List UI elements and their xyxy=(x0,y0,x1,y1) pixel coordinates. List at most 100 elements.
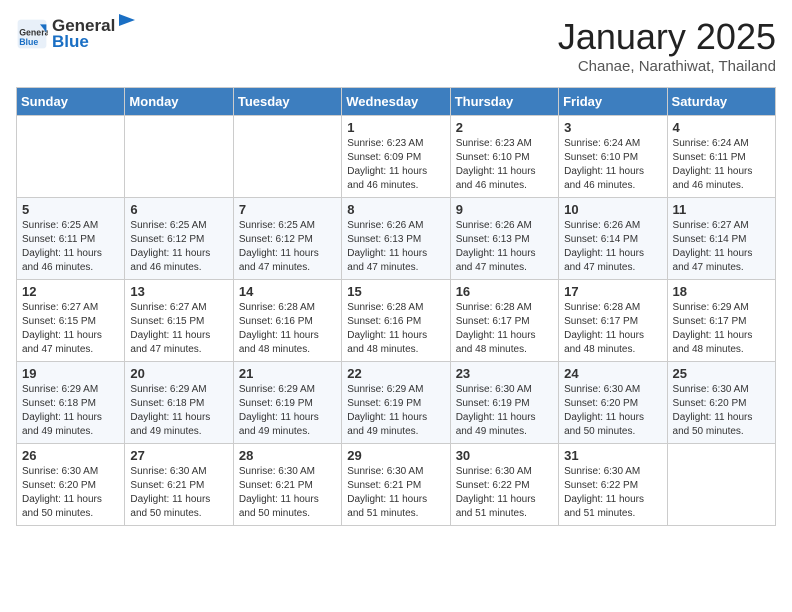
day-info: Sunrise: 6:30 AM Sunset: 6:21 PM Dayligh… xyxy=(347,465,444,521)
calendar-cell xyxy=(667,444,775,526)
day-number: 24 xyxy=(564,366,661,381)
calendar-cell: 21Sunrise: 6:29 AM Sunset: 6:19 PM Dayli… xyxy=(233,362,341,444)
day-info: Sunrise: 6:23 AM Sunset: 6:09 PM Dayligh… xyxy=(347,137,444,193)
calendar-table: SundayMondayTuesdayWednesdayThursdayFrid… xyxy=(16,87,776,526)
day-number: 8 xyxy=(347,202,444,217)
day-info: Sunrise: 6:30 AM Sunset: 6:22 PM Dayligh… xyxy=(564,465,661,521)
day-number: 11 xyxy=(673,202,770,217)
logo: General Blue General Blue xyxy=(16,16,139,52)
svg-text:General: General xyxy=(19,28,48,38)
day-number: 1 xyxy=(347,120,444,135)
day-number: 19 xyxy=(22,366,119,381)
day-number: 30 xyxy=(456,448,553,463)
weekday-header-friday: Friday xyxy=(559,88,667,116)
day-info: Sunrise: 6:30 AM Sunset: 6:22 PM Dayligh… xyxy=(456,465,553,521)
day-info: Sunrise: 6:30 AM Sunset: 6:20 PM Dayligh… xyxy=(564,383,661,439)
calendar-cell xyxy=(17,116,125,198)
day-number: 12 xyxy=(22,284,119,299)
calendar-cell: 15Sunrise: 6:28 AM Sunset: 6:16 PM Dayli… xyxy=(342,280,450,362)
calendar-cell: 12 Sunrise: 6:27 AM Sunset: 6:15 PM Dayli… xyxy=(17,280,125,362)
calendar-cell: 3 Sunrise: 6:24 AM Sunset: 6:10 PM Daylig… xyxy=(559,116,667,198)
day-number: 10 xyxy=(564,202,661,217)
day-info: Sunrise: 6:25 AM Sunset: 6:12 PM Dayligh… xyxy=(130,219,227,275)
day-info: Sunrise: 6:28 AM Sunset: 6:16 PM Dayligh… xyxy=(239,301,336,357)
calendar-cell: 26 Sunrise: 6:30 AM Sunset: 6:20 PM Dayli… xyxy=(17,444,125,526)
weekday-header-sunday: Sunday xyxy=(17,88,125,116)
day-info: Sunrise: 6:30 AM Sunset: 6:19 PM Dayligh… xyxy=(456,383,553,439)
calendar-cell: 9Sunrise: 6:26 AM Sunset: 6:13 PM Daylig… xyxy=(450,198,558,280)
calendar-week-row: 5 Sunrise: 6:25 AM Sunset: 6:11 PM Daylig… xyxy=(17,198,776,280)
logo-icon: General Blue xyxy=(16,18,48,50)
calendar-cell: 13Sunrise: 6:27 AM Sunset: 6:15 PM Dayli… xyxy=(125,280,233,362)
calendar-cell: 19 Sunrise: 6:29 AM Sunset: 6:18 PM Dayli… xyxy=(17,362,125,444)
weekday-header-tuesday: Tuesday xyxy=(233,88,341,116)
day-number: 18 xyxy=(673,284,770,299)
calendar-cell: 4Sunrise: 6:24 AM Sunset: 6:11 PM Daylig… xyxy=(667,116,775,198)
day-info: Sunrise: 6:23 AM Sunset: 6:10 PM Dayligh… xyxy=(456,137,553,193)
day-number: 27 xyxy=(130,448,227,463)
logo-flag-icon xyxy=(117,12,139,32)
calendar-cell: 28Sunrise: 6:30 AM Sunset: 6:21 PM Dayli… xyxy=(233,444,341,526)
calendar-cell: 20 Sunrise: 6:29 AM Sunset: 6:18 PM Dayli… xyxy=(125,362,233,444)
day-number: 31 xyxy=(564,448,661,463)
day-number: 15 xyxy=(347,284,444,299)
day-info: Sunrise: 6:30 AM Sunset: 6:20 PM Dayligh… xyxy=(22,465,119,521)
day-info: Sunrise: 6:27 AM Sunset: 6:15 PM Dayligh… xyxy=(22,301,119,357)
calendar-cell: 17Sunrise: 6:28 AM Sunset: 6:17 PM Dayli… xyxy=(559,280,667,362)
calendar-cell: 1 Sunrise: 6:23 AM Sunset: 6:09 PM Daylig… xyxy=(342,116,450,198)
day-number: 14 xyxy=(239,284,336,299)
calendar-cell: 29 Sunrise: 6:30 AM Sunset: 6:21 PM Dayli… xyxy=(342,444,450,526)
calendar-cell: 5 Sunrise: 6:25 AM Sunset: 6:11 PM Daylig… xyxy=(17,198,125,280)
day-number: 7 xyxy=(239,202,336,217)
day-number: 20 xyxy=(130,366,227,381)
calendar-cell xyxy=(125,116,233,198)
location-subtitle: Chanae, Narathiwat, Thailand xyxy=(558,58,776,75)
calendar-cell: 22 Sunrise: 6:29 AM Sunset: 6:19 PM Dayli… xyxy=(342,362,450,444)
day-number: 5 xyxy=(22,202,119,217)
day-info: Sunrise: 6:24 AM Sunset: 6:10 PM Dayligh… xyxy=(564,137,661,193)
month-title: January 2025 xyxy=(558,16,776,58)
page-header: General Blue General Blue January 2025 C… xyxy=(16,16,776,75)
calendar-week-row: 19 Sunrise: 6:29 AM Sunset: 6:18 PM Dayli… xyxy=(17,362,776,444)
calendar-header-row: SundayMondayTuesdayWednesdayThursdayFrid… xyxy=(17,88,776,116)
weekday-header-thursday: Thursday xyxy=(450,88,558,116)
day-number: 22 xyxy=(347,366,444,381)
calendar-cell: 14 Sunrise: 6:28 AM Sunset: 6:16 PM Dayli… xyxy=(233,280,341,362)
day-number: 3 xyxy=(564,120,661,135)
day-number: 23 xyxy=(456,366,553,381)
day-info: Sunrise: 6:29 AM Sunset: 6:18 PM Dayligh… xyxy=(22,383,119,439)
day-info: Sunrise: 6:26 AM Sunset: 6:14 PM Dayligh… xyxy=(564,219,661,275)
day-number: 4 xyxy=(673,120,770,135)
day-info: Sunrise: 6:29 AM Sunset: 6:17 PM Dayligh… xyxy=(673,301,770,357)
day-info: Sunrise: 6:27 AM Sunset: 6:14 PM Dayligh… xyxy=(673,219,770,275)
calendar-cell: 16Sunrise: 6:28 AM Sunset: 6:17 PM Dayli… xyxy=(450,280,558,362)
calendar-cell xyxy=(233,116,341,198)
calendar-cell: 7 Sunrise: 6:25 AM Sunset: 6:12 PM Daylig… xyxy=(233,198,341,280)
day-info: Sunrise: 6:26 AM Sunset: 6:13 PM Dayligh… xyxy=(456,219,553,275)
calendar-cell: 24 Sunrise: 6:30 AM Sunset: 6:20 PM Dayli… xyxy=(559,362,667,444)
day-info: Sunrise: 6:30 AM Sunset: 6:21 PM Dayligh… xyxy=(239,465,336,521)
day-number: 29 xyxy=(347,448,444,463)
day-number: 6 xyxy=(130,202,227,217)
day-info: Sunrise: 6:25 AM Sunset: 6:11 PM Dayligh… xyxy=(22,219,119,275)
day-info: Sunrise: 6:29 AM Sunset: 6:18 PM Dayligh… xyxy=(130,383,227,439)
day-info: Sunrise: 6:30 AM Sunset: 6:20 PM Dayligh… xyxy=(673,383,770,439)
calendar-cell: 11 Sunrise: 6:27 AM Sunset: 6:14 PM Dayli… xyxy=(667,198,775,280)
weekday-header-monday: Monday xyxy=(125,88,233,116)
day-info: Sunrise: 6:29 AM Sunset: 6:19 PM Dayligh… xyxy=(347,383,444,439)
weekday-header-saturday: Saturday xyxy=(667,88,775,116)
calendar-week-row: 1 Sunrise: 6:23 AM Sunset: 6:09 PM Daylig… xyxy=(17,116,776,198)
calendar-cell: 10 Sunrise: 6:26 AM Sunset: 6:14 PM Dayli… xyxy=(559,198,667,280)
day-info: Sunrise: 6:25 AM Sunset: 6:12 PM Dayligh… xyxy=(239,219,336,275)
calendar-week-row: 26 Sunrise: 6:30 AM Sunset: 6:20 PM Dayli… xyxy=(17,444,776,526)
calendar-cell: 25Sunrise: 6:30 AM Sunset: 6:20 PM Dayli… xyxy=(667,362,775,444)
calendar-cell: 31 Sunrise: 6:30 AM Sunset: 6:22 PM Dayli… xyxy=(559,444,667,526)
day-number: 26 xyxy=(22,448,119,463)
calendar-cell: 6 Sunrise: 6:25 AM Sunset: 6:12 PM Daylig… xyxy=(125,198,233,280)
day-number: 2 xyxy=(456,120,553,135)
day-info: Sunrise: 6:29 AM Sunset: 6:19 PM Dayligh… xyxy=(239,383,336,439)
day-info: Sunrise: 6:26 AM Sunset: 6:13 PM Dayligh… xyxy=(347,219,444,275)
day-number: 17 xyxy=(564,284,661,299)
calendar-week-row: 12 Sunrise: 6:27 AM Sunset: 6:15 PM Dayli… xyxy=(17,280,776,362)
weekday-header-wednesday: Wednesday xyxy=(342,88,450,116)
